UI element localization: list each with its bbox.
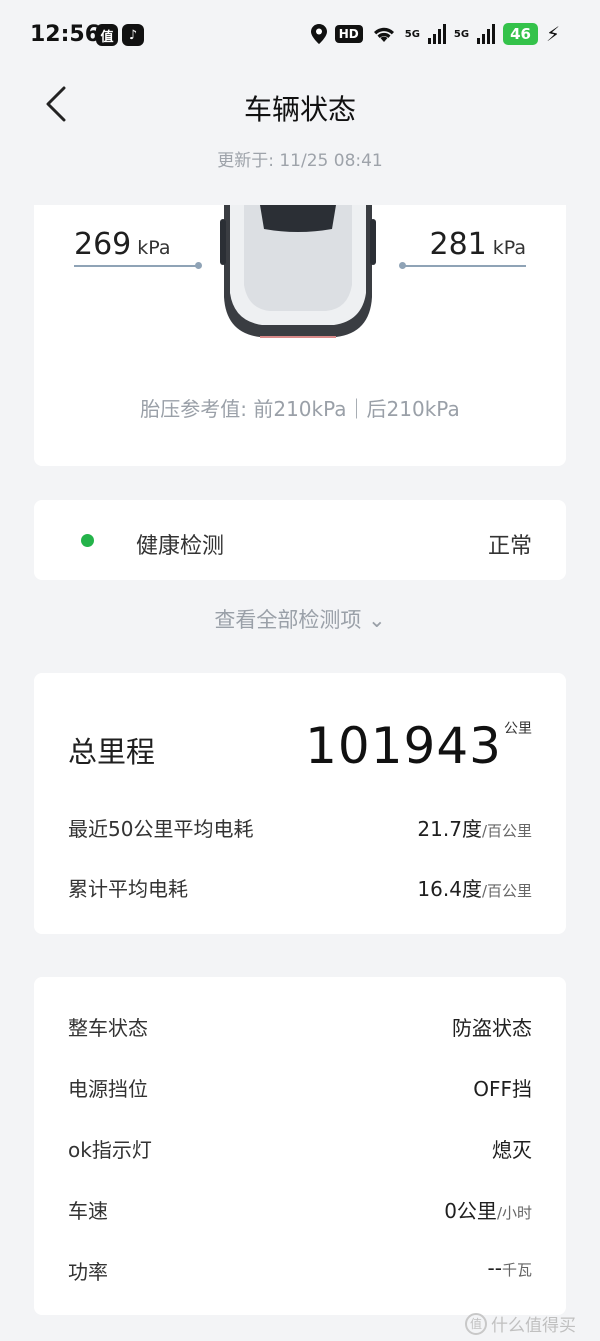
status-time: 12:56: [30, 22, 101, 47]
consumption-recent-number: 21.7度: [417, 817, 482, 841]
tire-pressure-card: 269 kPa 281 kPa 胎压参考值: 前210kPa｜后210kPa: [34, 205, 566, 466]
watermark-text: 什么值得买: [491, 1316, 576, 1336]
consumption-row-recent: 最近50公里平均电耗 21.7度/百公里: [68, 813, 532, 843]
power-label: 功率: [68, 1260, 108, 1284]
status-row-power-gear: 电源挡位 OFF挡: [68, 1073, 532, 1103]
view-all-checks-link[interactable]: 查看全部检测项 ⌄: [0, 604, 600, 634]
power-unit: 千瓦: [501, 1261, 532, 1279]
status-row-power: 功率 --千瓦: [68, 1256, 532, 1286]
signal-bars-icon-2: [477, 24, 496, 44]
tire-right-unit: kPa: [492, 237, 526, 259]
vehicle-status-card: 整车状态 防盗状态 电源挡位 OFF挡 ok指示灯 熄灭 车速 0公里/小时 功…: [34, 977, 566, 1315]
tire-pressure-right: 281 kPa: [429, 227, 526, 262]
tire-left-value: 269: [74, 227, 132, 262]
signal-5g-label-2: 5G: [453, 28, 470, 40]
tiktok-app-icon: ♪: [122, 24, 144, 46]
health-check-status: 正常: [487, 534, 532, 559]
consumption-recent-unit: /百公里: [481, 822, 532, 840]
tire-right-value: 281: [429, 227, 487, 262]
ok-light-value: 熄灭: [492, 1134, 532, 1163]
ok-light-label: ok指示灯: [68, 1138, 152, 1162]
smzdm-app-icon: 值: [96, 24, 118, 46]
consumption-recent-label: 最近50公里平均电耗: [68, 817, 254, 841]
status-row-overall: 整车状态 防盗状态: [68, 1012, 532, 1042]
location-icon: [310, 24, 327, 44]
tire-pressure-reference: 胎压参考值: 前210kPa｜后210kPa: [140, 397, 460, 421]
ok-light-text: 熄灭: [492, 1138, 532, 1162]
tire-right-leader-dot: [399, 262, 406, 269]
speed-label: 车速: [68, 1199, 108, 1223]
page-title: 车辆状态: [243, 93, 356, 126]
tire-pressure-left: 269 kPa: [74, 227, 171, 262]
watermark: 值 什么值得买: [465, 1311, 576, 1336]
overall-state-value: 防盗状态: [452, 1012, 532, 1041]
tire-left-leader-dot: [195, 262, 202, 269]
power-gear-label: 电源挡位: [68, 1077, 148, 1101]
overall-state-text: 防盗状态: [452, 1016, 532, 1040]
power-number: --: [487, 1256, 502, 1280]
power-value: --千瓦: [488, 1256, 532, 1280]
speed-number: 0公里: [444, 1199, 497, 1223]
signal-5g-label-1: 5G: [404, 28, 420, 40]
status-bar: 12:56 值 ♪ HD 5G 5G 46 ⚡: [0, 0, 600, 72]
health-status-dot: [81, 534, 94, 547]
consumption-cumulative-label: 累计平均电耗: [68, 877, 188, 901]
consumption-cumulative-number: 16.4度: [417, 877, 482, 901]
overall-state-label: 整车状态: [68, 1016, 148, 1040]
tire-right-leader-line: [402, 265, 526, 267]
hd-badge: HD: [334, 25, 363, 43]
wifi-icon: [373, 27, 394, 42]
health-check-label: 健康检测: [136, 534, 225, 559]
total-mileage: 101943 公里: [305, 717, 532, 775]
health-check-card[interactable]: 健康检测 正常: [34, 500, 566, 580]
total-mileage-unit: 公里: [504, 721, 532, 737]
car-top-view-image: [220, 205, 376, 338]
signal-bars-icon-1: [427, 24, 446, 44]
tire-left-leader-line: [74, 265, 198, 267]
consumption-cumulative-unit: /百公里: [481, 882, 532, 900]
consumption-row-cumulative: 累计平均电耗 16.4度/百公里: [68, 873, 532, 903]
watermark-logo-icon: 值: [465, 1312, 487, 1335]
updated-time: 更新于: 11/25 08:41: [217, 151, 383, 171]
total-mileage-label: 总里程: [68, 735, 156, 769]
status-row-ok-light: ok指示灯 熄灭: [68, 1134, 532, 1164]
speed-unit: /小时: [496, 1204, 532, 1222]
status-row-speed: 车速 0公里/小时: [68, 1195, 532, 1225]
consumption-cumulative-value: 16.4度/百公里: [417, 873, 532, 902]
mileage-card: 总里程 101943 公里 最近50公里平均电耗 21.7度/百公里 累计平均电耗…: [34, 673, 566, 934]
tire-left-unit: kPa: [137, 237, 171, 259]
charging-bolt-icon: ⚡: [545, 22, 560, 46]
battery-level: 46: [503, 23, 538, 45]
speed-value: 0公里/小时: [444, 1195, 532, 1224]
power-gear-text: OFF挡: [473, 1077, 532, 1101]
consumption-recent-value: 21.7度/百公里: [417, 813, 532, 842]
power-gear-value: OFF挡: [473, 1073, 532, 1102]
total-mileage-value: 101943: [305, 717, 502, 775]
